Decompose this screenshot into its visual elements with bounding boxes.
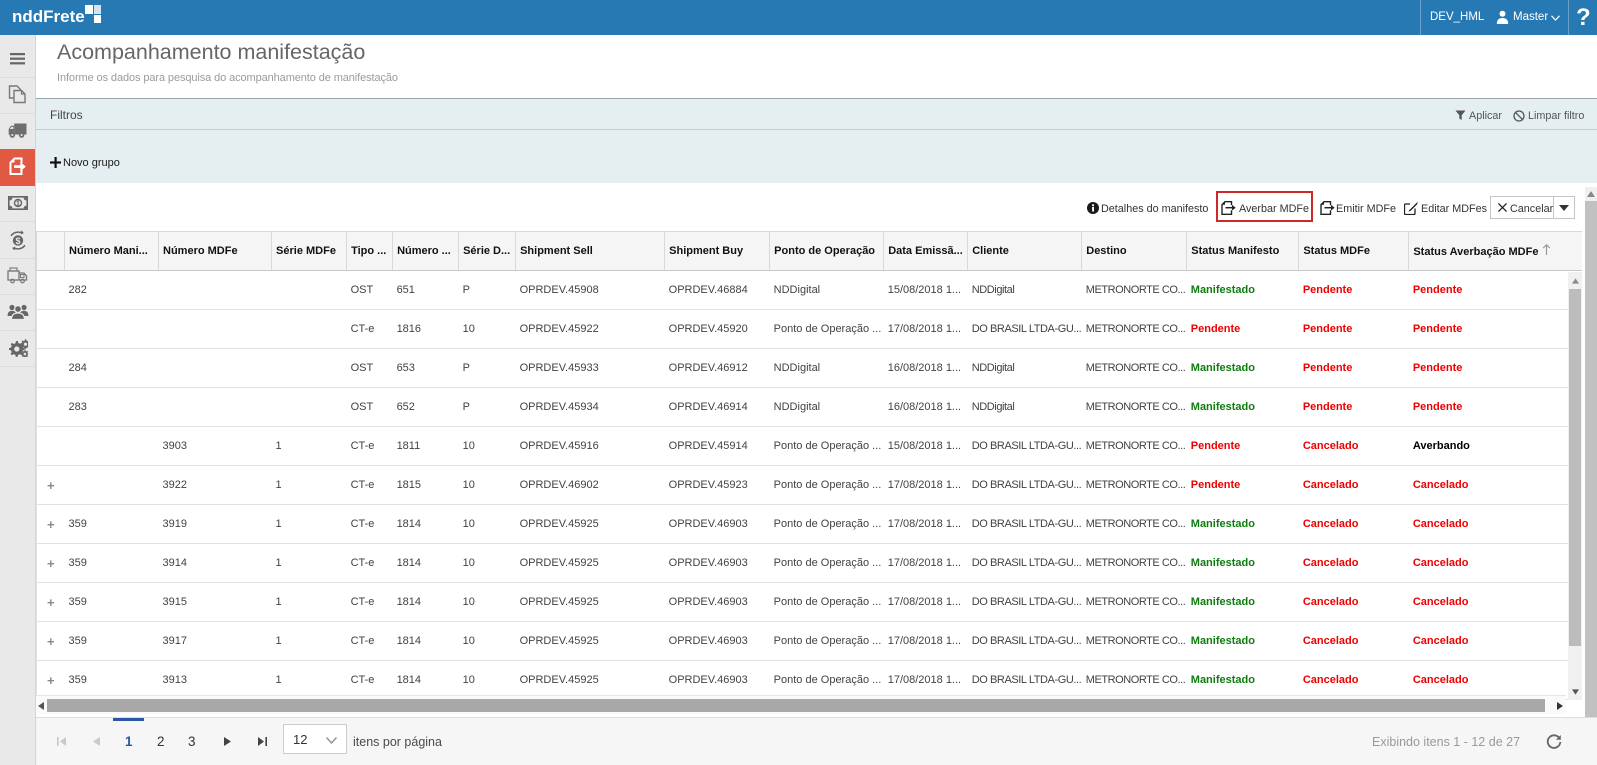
svg-text:1: 1 — [15, 199, 19, 208]
svg-text:$: $ — [15, 236, 20, 246]
